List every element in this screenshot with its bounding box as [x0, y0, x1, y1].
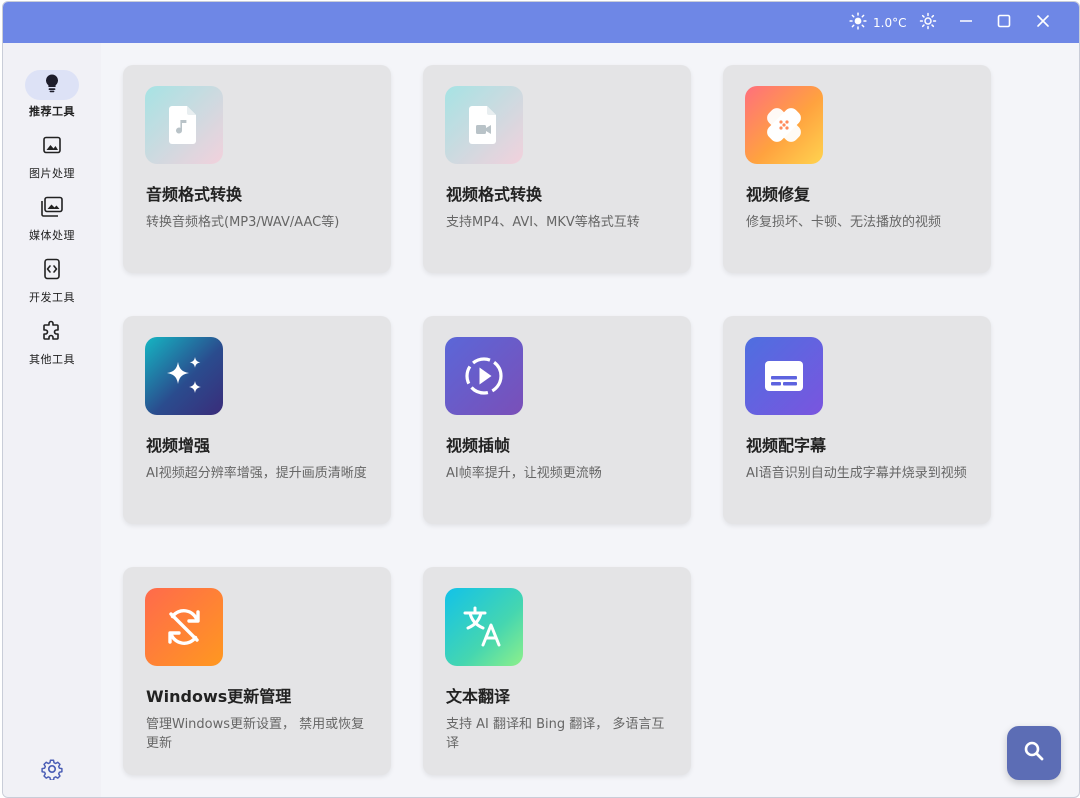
video-file-icon	[445, 86, 523, 164]
brightness-icon	[919, 12, 937, 34]
app-window: 1.0°C 推荐工具 图片处理 媒体处理 开发工具 其他工具 音频格式转换 转换…	[2, 1, 1080, 798]
card-description: 管理Windows更新设置， 禁用或恢复更新	[146, 717, 365, 751]
weather-indicator: 1.0°C	[849, 2, 906, 43]
theme-toggle-button[interactable]	[913, 2, 943, 43]
close-button[interactable]	[1030, 2, 1056, 43]
title-bar: 1.0°C	[3, 2, 1079, 43]
audio-file-icon	[145, 86, 223, 164]
card-description: AI视频超分辨率增强，提升画质清晰度	[146, 466, 367, 481]
minimize-icon	[959, 13, 973, 32]
minimize-button[interactable]	[953, 2, 979, 43]
tool-card-frame-interpolation[interactable]: 视频插帧 AI帧率提升，让视频更流畅	[423, 316, 691, 524]
sidebar-item-label: 推荐工具	[29, 105, 75, 118]
media-icon	[40, 196, 64, 222]
card-title: 视频增强	[146, 436, 211, 455]
card-title: 视频格式转换	[446, 185, 543, 204]
tool-card-video-repair[interactable]: 视频修复 修复损坏、卡顿、无法播放的视频	[723, 65, 991, 273]
card-title: 视频配字幕	[746, 436, 827, 455]
play-circle-icon	[445, 337, 523, 415]
puzzle-icon	[41, 320, 63, 346]
code-icon	[43, 258, 61, 284]
search-button[interactable]	[1007, 726, 1061, 780]
card-title: 视频插帧	[446, 436, 511, 455]
sidebar-item-label: 图片处理	[29, 167, 75, 180]
maximize-icon	[997, 13, 1011, 32]
settings-button[interactable]	[41, 758, 63, 781]
nav-icon-container	[25, 318, 79, 348]
tool-card-subtitles[interactable]: 视频配字幕 AI语音识别自动生成字幕并烧录到视频	[723, 316, 991, 524]
weather-text: 1.0°C	[873, 15, 907, 30]
sidebar: 推荐工具 图片处理 媒体处理 开发工具 其他工具	[3, 43, 101, 797]
search-icon	[1023, 740, 1045, 766]
image-icon	[42, 135, 62, 159]
tool-card-translate[interactable]: 文本翻译 支持 AI 翻译和 Bing 翻译， 多语言互译	[423, 567, 691, 775]
sidebar-item-other[interactable]: 其他工具	[3, 318, 101, 376]
nav-icon-container	[25, 256, 79, 286]
bandage-icon	[745, 86, 823, 164]
card-description: AI语音识别自动生成字幕并烧录到视频	[746, 466, 967, 481]
card-description: 支持 AI 翻译和 Bing 翻译， 多语言互译	[446, 717, 665, 751]
translate-icon	[445, 588, 523, 666]
nav-icon-container	[25, 132, 79, 162]
tool-card-video-enhance[interactable]: 视频增强 AI视频超分辨率增强，提升画质清晰度	[123, 316, 391, 524]
tool-card-windows-update[interactable]: Windows更新管理 管理Windows更新设置， 禁用或恢复更新	[123, 567, 391, 775]
card-description: 支持MP4、AVI、MKV等格式互转	[446, 215, 640, 230]
card-title: 文本翻译	[446, 687, 511, 706]
card-title: 音频格式转换	[146, 185, 243, 204]
update-off-icon	[145, 588, 223, 666]
card-title: 视频修复	[746, 185, 811, 204]
sun-icon	[849, 12, 867, 33]
maximize-button[interactable]	[991, 2, 1017, 43]
sparkle-icon	[145, 337, 223, 415]
nav-icon-container	[25, 194, 79, 224]
tool-grid: 音频格式转换 转换音频格式(MP3/WAV/AAC等) 视频格式转换 支持MP4…	[101, 43, 1079, 797]
sidebar-item-image[interactable]: 图片处理	[3, 132, 101, 190]
sidebar-item-label: 开发工具	[29, 291, 75, 304]
sidebar-item-recommended[interactable]: 推荐工具	[3, 70, 101, 128]
sidebar-item-label: 媒体处理	[29, 229, 75, 242]
card-description: 修复损坏、卡顿、无法播放的视频	[746, 215, 942, 230]
card-description: AI帧率提升，让视频更流畅	[446, 466, 602, 481]
gear-icon	[41, 759, 63, 784]
close-icon	[1036, 13, 1050, 32]
sidebar-item-label: 其他工具	[29, 353, 75, 366]
tool-card-video-convert[interactable]: 视频格式转换 支持MP4、AVI、MKV等格式互转	[423, 65, 691, 273]
sidebar-item-dev[interactable]: 开发工具	[3, 256, 101, 314]
tool-card-audio-convert[interactable]: 音频格式转换 转换音频格式(MP3/WAV/AAC等)	[123, 65, 391, 273]
card-title: Windows更新管理	[146, 687, 292, 706]
subtitles-icon	[745, 337, 823, 415]
lightbulb-icon	[43, 73, 61, 97]
sidebar-item-media[interactable]: 媒体处理	[3, 194, 101, 252]
card-description: 转换音频格式(MP3/WAV/AAC等)	[146, 215, 340, 230]
nav-icon-container	[25, 70, 79, 100]
